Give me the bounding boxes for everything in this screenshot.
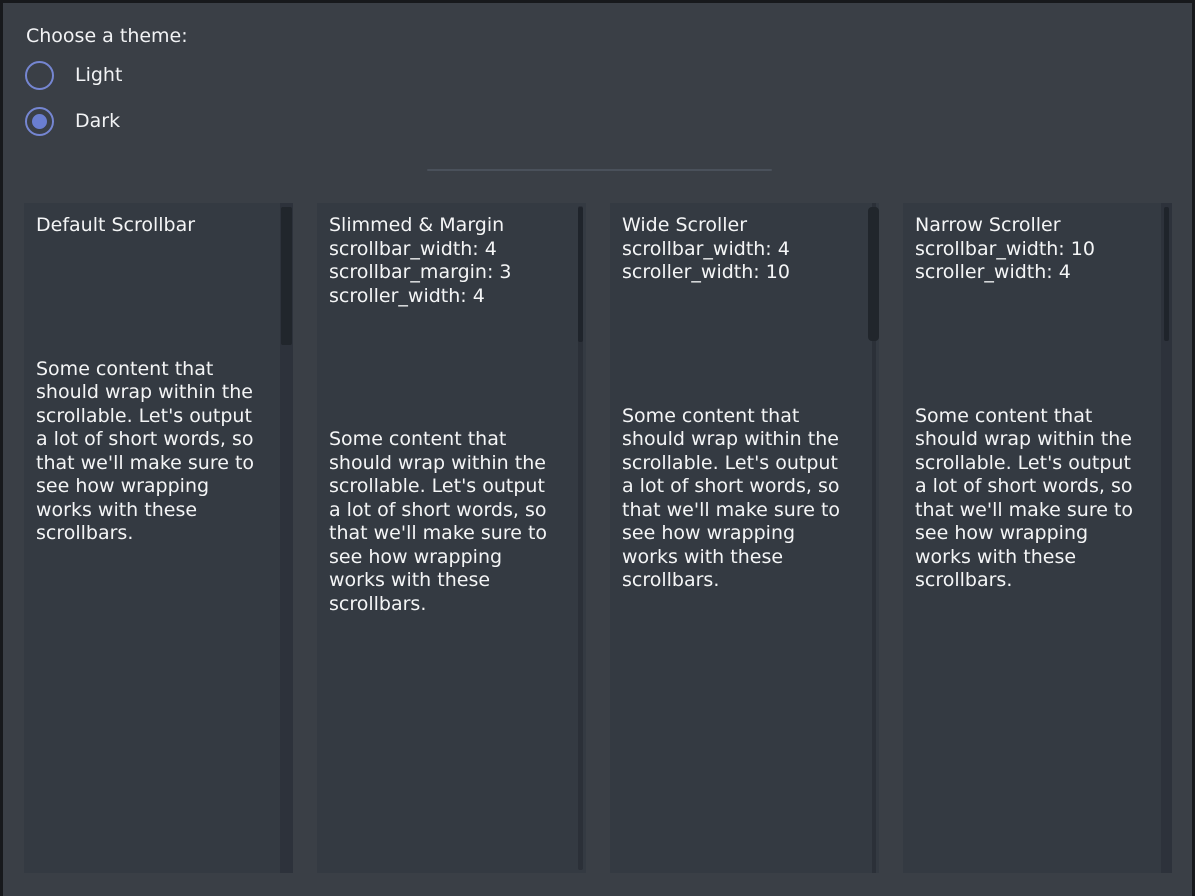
panel-body: Some content that should wrap within the… [329, 428, 555, 616]
theme-option-light-label: Light [75, 64, 122, 86]
panel-param: scrollbar_width: 10 [915, 238, 1141, 262]
panel-body: Some content that should wrap within the… [915, 405, 1141, 593]
radio-unselected-icon[interactable] [25, 61, 54, 90]
scroll-panel-slimmed-margin[interactable]: Slimmed & Margin scrollbar_width: 4 scro… [317, 203, 586, 873]
scrollbar-thumb[interactable] [281, 207, 292, 345]
panel-title: Wide Scroller [622, 214, 848, 238]
panel-content: Wide Scroller scrollbar_width: 4 scrolle… [622, 214, 848, 593]
panel-title: Slimmed & Margin [329, 214, 555, 238]
panel-param: scrollbar_width: 4 [622, 238, 848, 262]
panel-param: scroller_width: 4 [329, 285, 555, 309]
panel-body: Some content that should wrap within the… [36, 358, 262, 546]
panel-param: scroller_width: 10 [622, 261, 848, 285]
panel-title: Narrow Scroller [915, 214, 1141, 238]
theme-chooser-label: Choose a theme: [26, 25, 188, 47]
panel-param: scroller_width: 4 [915, 261, 1141, 285]
scrollbar-thumb[interactable] [868, 207, 879, 341]
panel-title: Default Scrollbar [36, 214, 262, 238]
radio-selected-icon[interactable] [25, 107, 54, 136]
app-window: Choose a theme: Light Dark Default Scrol… [3, 3, 1192, 896]
scrollbar-thumb[interactable] [578, 207, 583, 342]
panel-param: scrollbar_width: 4 [329, 238, 555, 262]
panel-body: Some content that should wrap within the… [622, 405, 848, 593]
panel-content: Default Scrollbar Some content that shou… [36, 214, 262, 546]
horizontal-separator [427, 169, 772, 171]
scroll-panel-wide-scroller[interactable]: Wide Scroller scrollbar_width: 4 scrolle… [610, 203, 879, 873]
panel-content: Slimmed & Margin scrollbar_width: 4 scro… [329, 214, 555, 616]
theme-option-dark[interactable]: Dark [25, 106, 120, 136]
panel-param: scrollbar_margin: 3 [329, 261, 555, 285]
scroll-panel-narrow-scroller[interactable]: Narrow Scroller scrollbar_width: 10 scro… [903, 203, 1172, 873]
theme-option-dark-label: Dark [75, 110, 120, 132]
scroll-panel-default[interactable]: Default Scrollbar Some content that shou… [24, 203, 293, 873]
panel-content: Narrow Scroller scrollbar_width: 10 scro… [915, 214, 1141, 593]
scrollbar-thumb[interactable] [1164, 207, 1169, 341]
theme-option-light[interactable]: Light [25, 60, 122, 90]
